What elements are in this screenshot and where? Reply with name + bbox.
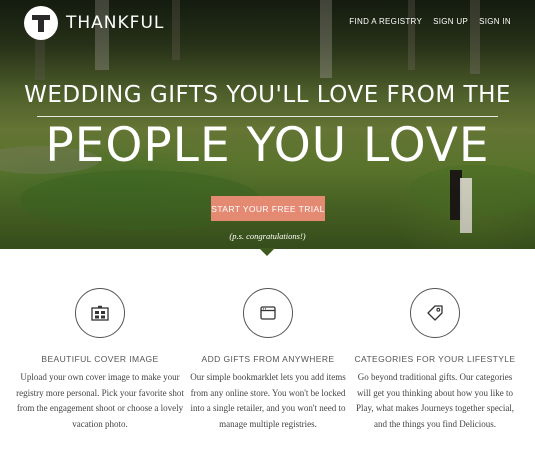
feature-title: CATEGORIES FOR YOUR LIFESTYLE [354, 354, 516, 364]
feature-description: Our simple bookmarklet lets you add item… [190, 372, 346, 429]
feature-add-gifts: ADD GIFTS FROM ANYWHERE Our simple bookm… [183, 288, 353, 432]
tag-icon-circle [410, 288, 460, 338]
hero-banner: THANKFUL FIND A REGISTRY SIGN UP SIGN IN… [0, 0, 535, 249]
cover-image-icon-circle [75, 288, 125, 338]
headline-divider [37, 116, 498, 117]
hero-headline-main: PEOPLE YOU LOVE [45, 118, 490, 173]
brand-name[interactable]: THANKFUL [66, 13, 164, 33]
hero-pointer-arrow [259, 248, 275, 256]
hero-headline-top: WEDDING GIFTS YOU'LL LOVE FROM THE [24, 82, 511, 108]
feature-description: Upload your own cover image to make your… [16, 372, 184, 429]
feature-title: ADD GIFTS FROM ANYWHERE [201, 354, 335, 364]
find-registry-link[interactable]: FIND A REGISTRY [349, 17, 422, 26]
feature-cover-image: BEAUTIFUL COVER IMAGE Upload your own co… [15, 288, 185, 432]
feature-categories: CATEGORIES FOR YOUR LIFESTYLE Go beyond … [350, 288, 520, 432]
sign-in-link[interactable]: SIGN IN [479, 17, 511, 26]
browser-window-icon [260, 306, 276, 320]
cover-image-icon [91, 305, 109, 321]
top-nav: FIND A REGISTRY SIGN UP SIGN IN [349, 17, 511, 26]
tag-icon [427, 305, 443, 321]
browser-window-icon-circle [243, 288, 293, 338]
start-free-trial-button[interactable]: START YOUR FREE TRIAL [211, 196, 325, 221]
congratulations-note: (p.s. congratulations!) [229, 231, 306, 241]
thankful-logo[interactable] [24, 6, 58, 40]
feature-description: Go beyond traditional gifts. Our categor… [355, 372, 515, 429]
sign-up-link[interactable]: SIGN UP [433, 17, 468, 26]
feature-title: BEAUTIFUL COVER IMAGE [41, 354, 159, 364]
